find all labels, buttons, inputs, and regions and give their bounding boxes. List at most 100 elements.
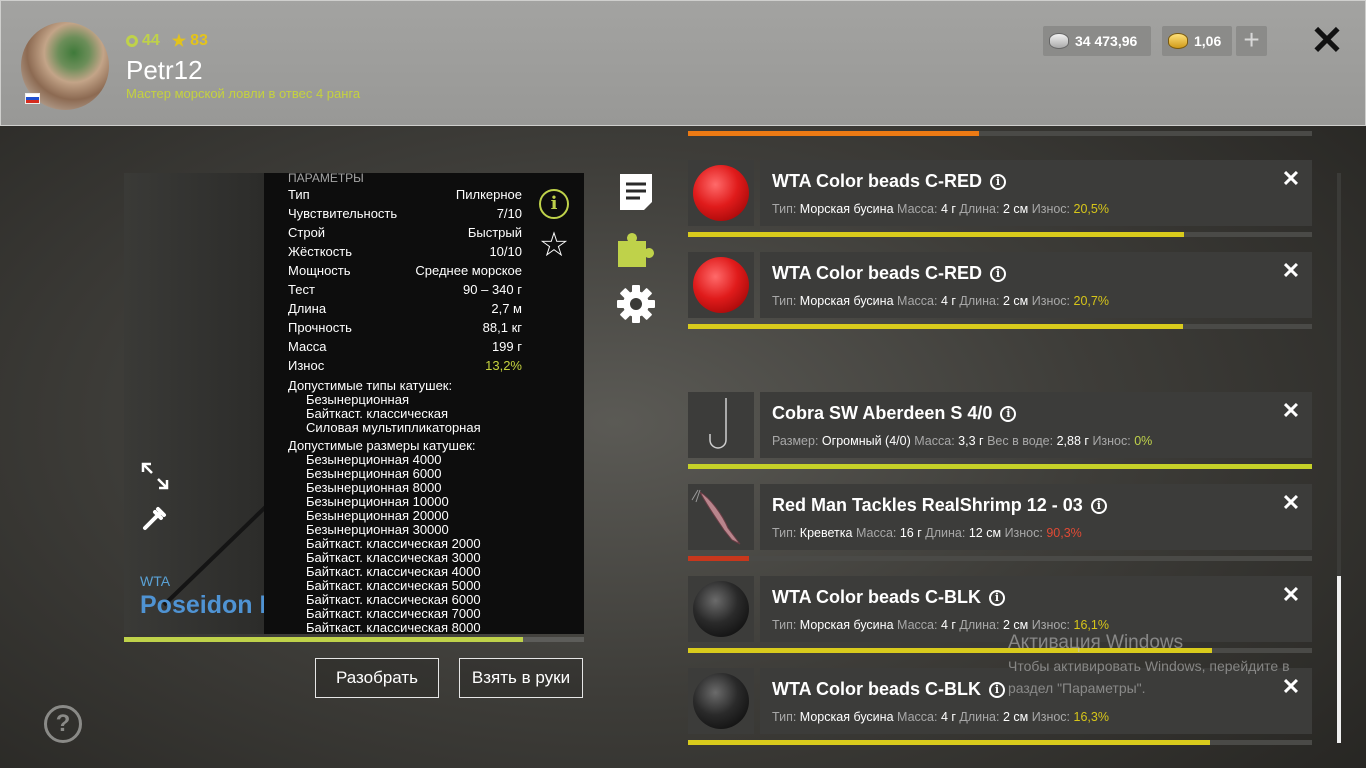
parameters-title: ПАРАМЕТРЫ <box>288 173 364 185</box>
param-value: Пилкерное <box>455 187 522 202</box>
add-currency-button[interactable]: + <box>1236 26 1267 56</box>
item-info: Red Man Tackles RealShrimp 12 - 03 i Тип: … <box>760 484 1312 550</box>
detail-value: 2 см <box>1002 710 1029 724</box>
detail-label: Длина: <box>959 618 1000 632</box>
tackle-item[interactable]: WTA Color beads C-RED i Тип: Морская бусин… <box>688 252 1312 334</box>
gold-amount: 1,06 <box>1194 33 1222 49</box>
rod-condition-fill <box>124 637 524 642</box>
item-info-icon[interactable]: i <box>989 681 1005 698</box>
settings-gear-icon[interactable] <box>616 284 656 324</box>
silver-coins-icon <box>1049 33 1069 49</box>
description-icon[interactable] <box>616 172 656 212</box>
item-info-icon[interactable]: i <box>990 173 1006 190</box>
param-label: Тест <box>288 282 315 297</box>
watermark-line-2: раздел "Параметры". <box>1008 680 1146 696</box>
disassemble-button[interactable]: Разобрать <box>315 658 439 698</box>
item-name-text: Red Man Tackles RealShrimp 12 - 03 <box>772 495 1083 515</box>
gold-balance: 1,06 <box>1162 26 1232 56</box>
item-info-icon[interactable]: i <box>989 589 1005 606</box>
detail-label: Тип: <box>772 526 797 540</box>
detail-value: Морская бусина <box>799 294 894 308</box>
reel-sizes-title: Допустимые размеры катушек: <box>288 438 476 453</box>
item-name-text: WTA Color beads C-BLK <box>772 679 981 699</box>
parameters-list: Тип Пилкерное Чувствительность 7/10 Строй Быс… <box>288 185 560 375</box>
silver-amount: 34 473,96 <box>1075 33 1138 49</box>
detail-value: 2 см <box>1002 202 1029 216</box>
tackle-item[interactable]: Red Man Tackles RealShrimp 12 - 03 i Тип: … <box>688 484 1312 566</box>
item-thumbnail <box>688 576 754 642</box>
param-row: Длина 2,7 м <box>288 299 522 318</box>
item-condition-fill <box>688 464 1312 469</box>
item-name: WTA Color beads C-RED i <box>772 263 1006 284</box>
item-condition-bar <box>688 556 1312 561</box>
item-name-text: WTA Color beads C-RED <box>772 171 982 191</box>
item-info: WTA Color beads C-RED i Тип: Морская бусин… <box>760 160 1312 226</box>
watermark-line-1: Чтобы активировать Windows, перейдите в <box>1008 658 1290 674</box>
item-info-icon[interactable]: i <box>1000 405 1017 422</box>
item-name: WTA Color beads C-BLK i <box>772 587 1005 608</box>
close-icon[interactable]: ✕ <box>1309 21 1345 61</box>
item-info: WTA Color beads C-RED i Тип: Морская бусин… <box>760 252 1312 318</box>
item-thumbnail <box>688 160 754 226</box>
item-info-icon[interactable]: i <box>990 265 1006 282</box>
item-thumbnail <box>688 392 754 458</box>
detail-value: 4 г <box>940 202 956 216</box>
info-icon[interactable]: i <box>539 189 569 219</box>
item-details: Тип: Морская бусина Масса: 4 г Длина: 2 … <box>772 202 1109 216</box>
item-condition-fill <box>688 740 1211 745</box>
param-label: Жёсткость <box>288 244 352 259</box>
detail-value: Огромный (4/0) <box>821 434 911 448</box>
item-name-text: WTA Color beads C-BLK <box>772 587 981 607</box>
param-label: Чувствительность <box>288 206 398 221</box>
param-label: Строй <box>288 225 326 240</box>
wear-value: 90,3% <box>1046 526 1082 540</box>
reel-types-list: Безынерционная Байткаст. классическая Сило… <box>288 393 560 435</box>
tackle-item[interactable]: Cobra SW Aberdeen S 4/0 i Размер: Огромный… <box>688 392 1312 474</box>
scrollbar-thumb[interactable] <box>1337 576 1341 743</box>
detail-value: 16 г <box>899 526 922 540</box>
remove-item-icon[interactable]: ✕ <box>1280 260 1302 282</box>
reel-size-item: Безынерционная 6000 <box>306 466 442 481</box>
remove-item-icon[interactable]: ✕ <box>1280 584 1302 606</box>
reel-size-item: Байткаст. классическая 2000 <box>306 536 481 551</box>
red-bead-icon <box>693 257 749 313</box>
detail-label: Длина: <box>959 294 1000 308</box>
reel-size-item: Байткаст. классическая 3000 <box>306 550 481 565</box>
param-value: Быстрый <box>467 225 522 240</box>
item-name-text: WTA Color beads C-RED <box>772 263 982 283</box>
wear-value: 20,5% <box>1073 202 1109 216</box>
repair-tool-icon[interactable] <box>140 503 170 533</box>
detail-value: 4 г <box>940 294 956 308</box>
level-ring-icon <box>126 35 138 47</box>
detail-label: Масса: <box>897 294 938 308</box>
param-value: 88,1 кг <box>482 320 522 335</box>
item-name: Red Man Tackles RealShrimp 12 - 03 i <box>772 495 1107 516</box>
reel-size-item: Безынерционная 4000 <box>306 452 442 467</box>
equip-button[interactable]: Взять в руки <box>459 658 583 698</box>
detail-value: Морская бусина <box>799 710 894 724</box>
detail-label: Тип: <box>772 710 797 724</box>
remove-item-icon[interactable]: ✕ <box>1280 400 1302 422</box>
expand-icon[interactable] <box>140 461 170 491</box>
item-condition-bar <box>688 740 1312 745</box>
item-name: WTA Color beads C-RED i <box>772 171 1006 192</box>
param-value: 90 – 340 г <box>463 282 522 297</box>
reel-size-item: Безынерционная 30000 <box>306 522 449 537</box>
player-title: Мастер морской ловли в отвес 4 ранга <box>126 86 361 101</box>
shrimp-icon <box>691 489 741 545</box>
reel-size-item: Безынерционная 10000 <box>306 494 449 509</box>
remove-item-icon[interactable]: ✕ <box>1280 492 1302 514</box>
param-row: Жёсткость 10/10 <box>288 242 522 261</box>
puzzle-icon[interactable] <box>616 229 656 269</box>
partial-item <box>688 126 1312 136</box>
detail-label: Вес в воде: <box>987 434 1054 448</box>
detail-label: Длина: <box>959 710 1000 724</box>
item-info-icon[interactable]: i <box>1090 497 1107 514</box>
item-thumbnail <box>688 668 754 734</box>
detail-label: Масса: <box>897 618 938 632</box>
tackle-item[interactable]: WTA Color beads C-RED i Тип: Морская бусин… <box>688 160 1312 242</box>
remove-item-icon[interactable]: ✕ <box>1280 168 1302 190</box>
item-info: Cobra SW Aberdeen S 4/0 i Размер: Огромный… <box>760 392 1312 458</box>
favorite-star-icon[interactable]: ☆ <box>537 228 571 262</box>
help-icon[interactable]: ? <box>44 705 82 743</box>
